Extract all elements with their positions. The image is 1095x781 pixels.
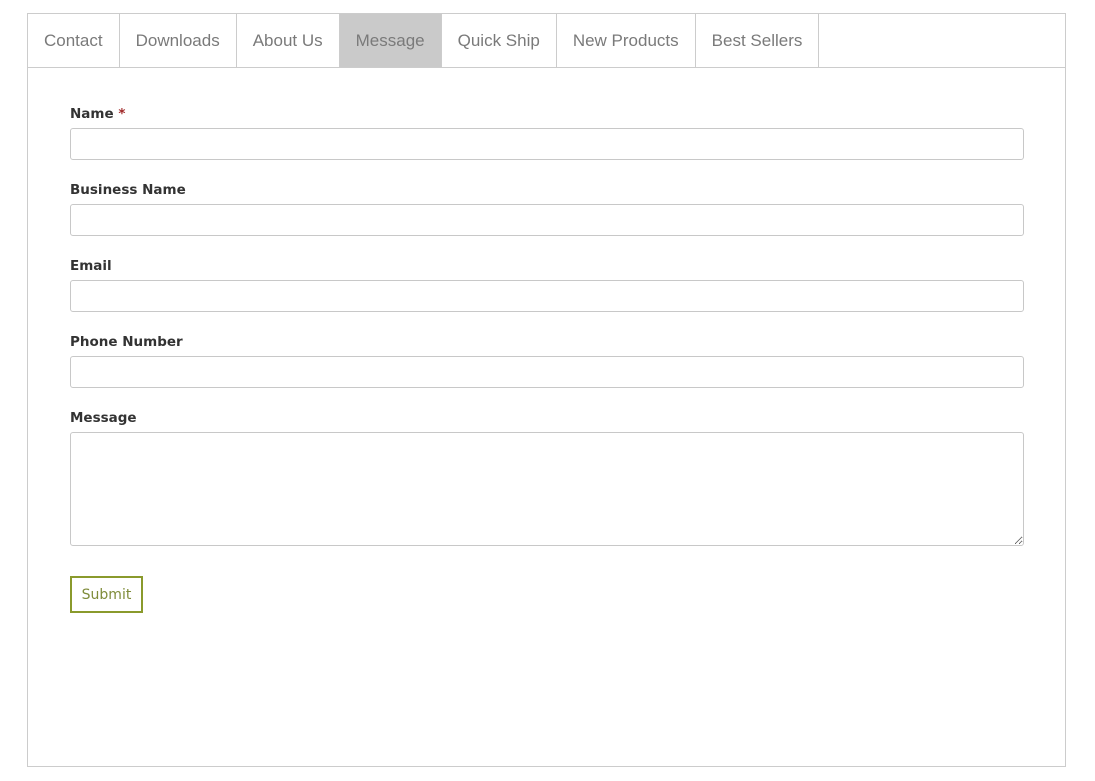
- name-label: Name *: [70, 104, 1024, 128]
- tab-new-products[interactable]: New Products: [557, 14, 696, 67]
- tab-message[interactable]: Message: [339, 14, 442, 67]
- tab-quick-ship[interactable]: Quick Ship: [442, 14, 557, 67]
- name-input[interactable]: [70, 128, 1024, 160]
- phone-input[interactable]: [70, 356, 1024, 388]
- tab-about-us[interactable]: About Us: [237, 14, 340, 67]
- name-label-text: Name: [70, 106, 114, 122]
- submit-button[interactable]: Submit: [70, 576, 143, 613]
- tab-best-sellers[interactable]: Best Sellers: [696, 14, 820, 67]
- phone-label: Phone Number: [70, 334, 183, 350]
- message-panel: Contact Downloads About Us Message Quick…: [27, 13, 1066, 767]
- message-textarea[interactable]: [70, 432, 1024, 546]
- message-label: Message: [70, 410, 137, 426]
- business-name-input[interactable]: [70, 204, 1024, 236]
- required-mark: *: [118, 106, 126, 122]
- contact-form: Name * Business Name Email Phone Number …: [70, 104, 1024, 613]
- tab-bar: Contact Downloads About Us Message Quick…: [28, 14, 1065, 68]
- tab-contact[interactable]: Contact: [28, 14, 120, 67]
- email-input[interactable]: [70, 280, 1024, 312]
- business-name-label: Business Name: [70, 182, 186, 198]
- email-label: Email: [70, 258, 112, 274]
- tab-downloads[interactable]: Downloads: [120, 14, 237, 67]
